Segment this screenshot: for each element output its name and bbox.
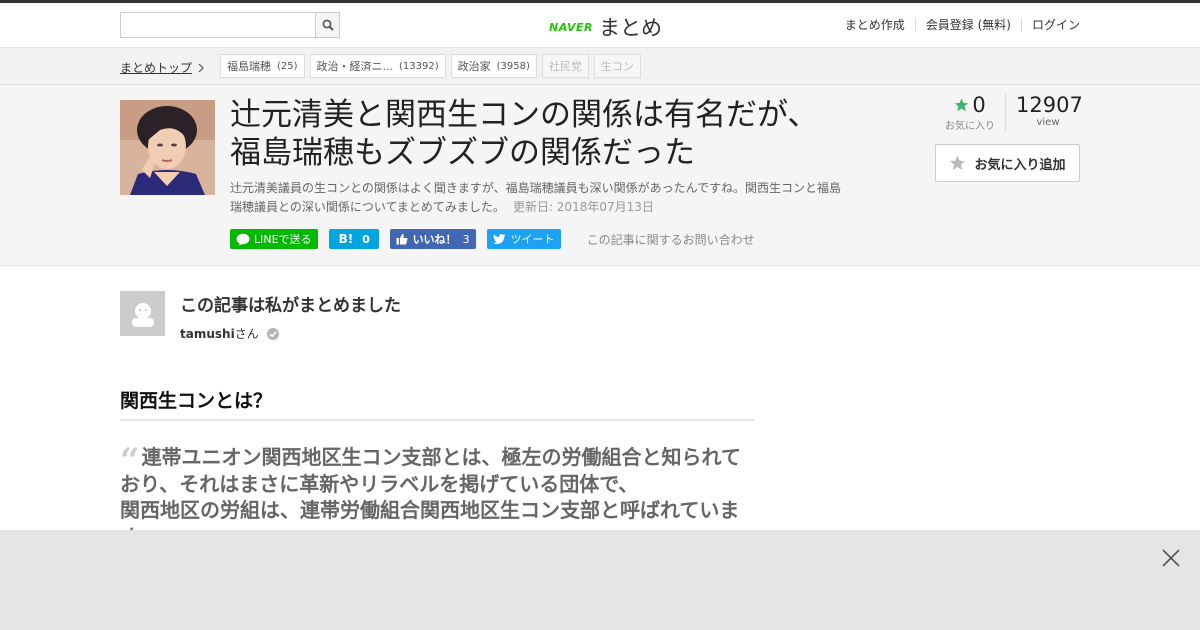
views-stat: 12907 view — [1005, 93, 1083, 132]
article-stats: 0 お気に入り 12907 view — [935, 93, 1083, 132]
breadcrumb: まとめトップ 福島瑞穂 (25) 政治・経済ニ... (13392) 政治家 (395… — [0, 48, 1200, 85]
article-title-line1: 辻元清美と関西生コンの関係は有名だが、 — [230, 97, 819, 133]
header-nav: まとめ作成 会員登録 (無料) ログイン — [835, 18, 1080, 32]
logo-brand: NAVER — [549, 20, 593, 34]
tag-list: 福島瑞穂 (25) 政治・経済ニ... (13392) 政治家 (3958) 社民党 … — [220, 54, 641, 78]
share-bar: LINEで送る B! 0 いいね！ 3 ツイート この記事に関するお問い合わせ — [230, 229, 755, 249]
article-title: 辻元清美と関西生コンの関係は有名だが、 福島瑞穂もズブズブの関係だった — [230, 96, 870, 172]
tag-sdp[interactable]: 社民党 — [541, 54, 589, 78]
line-share-label: LINEで送る — [254, 233, 312, 246]
tag-label: 政治・経済ニ... — [316, 60, 394, 73]
search-icon — [322, 19, 334, 31]
views-count: 12907 — [1016, 93, 1083, 117]
chevron-right-icon — [198, 63, 204, 72]
favorites-count: 0 — [972, 93, 986, 117]
author-heading: この記事は私がまとめました — [180, 296, 401, 316]
breadcrumb-top-label: まとめトップ — [120, 61, 193, 75]
hatena-bookmark-button[interactable]: B! 0 — [328, 229, 379, 249]
site-header: NAVER まとめ まとめ作成 会員登録 (無料) ログイン — [0, 3, 1200, 48]
hatena-count: 0 — [362, 232, 370, 246]
article-description: 辻元清美議員の生コンとの関係はよく聞きますが、福島瑞穂議員も深い関係があったんで… — [230, 179, 850, 217]
create-matome-link[interactable]: まとめ作成 — [835, 18, 915, 32]
register-link[interactable]: 会員登録 (無料) — [914, 18, 1021, 32]
facebook-like-button[interactable]: いいね！ 3 — [389, 229, 476, 249]
star-outline-icon — [950, 155, 966, 171]
tag-label: 生コン — [600, 60, 634, 73]
updated-date: 更新日: 2018年07月13日 — [512, 200, 654, 214]
quote-line1: 連帯ユニオン関西地区生コン支部とは、極左の労働組合と知られて — [141, 445, 741, 469]
search-input[interactable] — [120, 12, 315, 38]
tag-label: 福島瑞穂 — [227, 60, 271, 73]
like-label: いいね！ — [412, 233, 457, 246]
quote-line2: おり、それはまさに革新やリラベルを掲げている団体で、 — [120, 471, 639, 496]
tag-count: (13392) — [399, 60, 439, 72]
author-name[interactable]: tamushi — [180, 327, 235, 341]
section-heading: 関西生コンとは？ — [120, 386, 755, 421]
author-suffix: さん — [234, 327, 259, 341]
breadcrumb-top-link[interactable]: まとめトップ — [120, 59, 204, 76]
article-title-line2: 福島瑞穂もズブズブの関係だった — [230, 135, 695, 171]
verified-check-icon — [266, 327, 279, 340]
thumbs-up-icon — [396, 233, 408, 245]
search-box — [120, 12, 340, 38]
add-favorite-button[interactable]: お気に入り追加 — [935, 144, 1080, 182]
author-name-row: tamushi さん — [180, 325, 401, 342]
close-icon[interactable] — [1162, 549, 1180, 567]
logo-text: まとめ — [598, 16, 662, 40]
tag-fukushima[interactable]: 福島瑞穂 (25) — [220, 54, 305, 78]
quote-line3: 関西地区の労組は、連帯労働組合関西地区生コン支部と呼ばれていま — [120, 498, 740, 522]
tweet-label: ツイート — [510, 233, 555, 246]
line-icon — [236, 233, 250, 245]
add-favorite-label: お気に入り追加 — [974, 157, 1066, 173]
search-button[interactable] — [315, 12, 340, 38]
tag-namacon[interactable]: 生コン — [593, 54, 641, 78]
favorites-stat: 0 お気に入り — [935, 93, 1005, 132]
author-info: この記事は私がまとめました tamushi さん — [180, 291, 401, 342]
tweet-button[interactable]: ツイート — [486, 229, 561, 249]
tag-label: 政治家 — [457, 60, 491, 73]
favorites-label: お気に入り — [945, 121, 995, 132]
tag-label: 社民党 — [548, 60, 582, 73]
inquiry-link[interactable]: この記事に関するお問い合わせ — [587, 231, 755, 248]
tag-count: (25) — [277, 60, 298, 72]
tag-count: (3958) — [496, 60, 530, 72]
tag-politics-economy[interactable]: 政治・経済ニ... (13392) — [309, 54, 446, 78]
like-count: 3 — [462, 232, 470, 246]
author-block: この記事は私がまとめました tamushi さん — [120, 291, 401, 342]
line-share-button[interactable]: LINEで送る — [230, 229, 318, 249]
site-logo[interactable]: NAVER まとめ — [549, 12, 662, 42]
portrait-image — [120, 100, 215, 195]
login-link[interactable]: ログイン — [1020, 18, 1080, 32]
default-avatar-icon — [131, 302, 154, 327]
article-header: 辻元清美と関西生コンの関係は有名だが、 福島瑞穂もズブズブの関係だった 辻元清美… — [0, 85, 1200, 266]
ad-overlay-bar — [0, 530, 1200, 630]
views-label: view — [1036, 117, 1060, 128]
star-icon — [955, 98, 969, 112]
avatar[interactable] — [120, 291, 165, 336]
twitter-bird-icon — [492, 233, 506, 244]
tag-politician[interactable]: 政治家 (3958) — [450, 54, 537, 78]
hatena-icon: B! — [338, 232, 354, 246]
article-thumbnail — [120, 100, 215, 195]
